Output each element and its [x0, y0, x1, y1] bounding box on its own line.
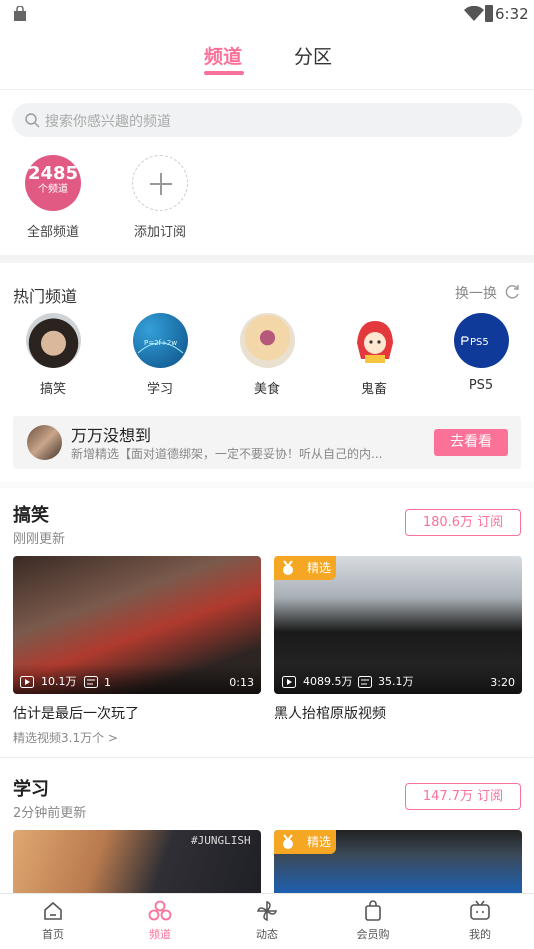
- featured-label: 精选: [307, 561, 332, 575]
- video-title[interactable]: 黑人抬棺原版视频: [274, 703, 386, 723]
- view-count: 4089.5万: [303, 675, 353, 688]
- danmaku-count: 35.1万: [378, 675, 414, 688]
- video-duration: 3:20: [490, 676, 515, 689]
- shopping-bag-status-icon: [14, 6, 26, 21]
- hot-channels-title: 热门频道: [13, 287, 78, 306]
- wifi-icon: [464, 6, 484, 21]
- promo-title: 万万没想到: [71, 426, 152, 445]
- ps5-logo-text: PS5: [470, 337, 489, 348]
- video-duration: 0:13: [229, 676, 254, 689]
- video-thumbnail[interactable]: #JUNGLISH: [13, 830, 261, 893]
- nav-channels[interactable]: 频道: [125, 900, 195, 942]
- channel-count: 2485: [27, 163, 79, 184]
- cake-icon: [239, 313, 295, 368]
- nav-dynamics[interactable]: 动态: [232, 900, 302, 942]
- hot-channel-label: 美食: [253, 382, 280, 397]
- hot-channel-study[interactable]: P=2f+2w 学习: [120, 313, 200, 397]
- nav-label: 动态: [256, 928, 278, 941]
- subscribe-button[interactable]: 180.6万 订阅: [405, 509, 521, 536]
- search-input[interactable]: 搜索你感兴趣的频道: [12, 103, 522, 137]
- medal-icon: [283, 560, 293, 575]
- hot-channel-kichiku[interactable]: 鬼畜: [334, 313, 414, 397]
- divider: [0, 757, 534, 758]
- play-count-icon: [282, 676, 296, 688]
- battery-icon: [485, 5, 493, 22]
- nav-home[interactable]: 首页: [18, 900, 88, 942]
- section-update-time: 刚刚更新: [13, 532, 66, 547]
- nav-label: 我的: [469, 928, 491, 941]
- video-title[interactable]: 估计是最后一次玩了: [13, 703, 139, 723]
- danmaku-icon: [358, 676, 372, 688]
- more-videos-link[interactable]: 精选视频3.1万个 >: [13, 729, 118, 746]
- add-subscription-label: 添加订阅: [133, 225, 186, 240]
- nav-label: 会员购: [356, 928, 390, 941]
- nav-profile[interactable]: 我的: [445, 900, 515, 942]
- video-thumbnail[interactable]: 10.1万 1 0:13: [13, 556, 261, 694]
- search-icon: [25, 113, 40, 128]
- danmaku-icon: [84, 676, 98, 688]
- video-thumbnail[interactable]: 精选: [274, 830, 522, 893]
- hot-channel-label: 学习: [146, 382, 173, 397]
- tab-channels[interactable]: 频道: [204, 42, 242, 69]
- nav-label: 首页: [42, 928, 64, 941]
- refresh-button[interactable]: 换一换: [455, 283, 519, 303]
- bottom-navigation: 首页 频道 动态 会员购 我的: [0, 893, 534, 949]
- section-title[interactable]: 搞笑: [13, 501, 49, 527]
- hot-channel-label: 鬼畜: [360, 382, 387, 397]
- formula-board-icon: P=2f+2w: [132, 313, 188, 368]
- hot-channel-funny[interactable]: 搞笑: [13, 313, 93, 397]
- active-tab-indicator: [204, 71, 244, 75]
- hot-channel-food[interactable]: 美食: [227, 313, 307, 397]
- hot-channel-label: PS5: [468, 378, 494, 393]
- channel-count-unit: 个频道: [38, 184, 68, 195]
- all-channels-button[interactable]: 2485 个频道 全部频道: [13, 155, 93, 240]
- status-time: 6:32: [495, 5, 529, 23]
- plus-icon: [132, 155, 188, 211]
- hot-channel-label: 搞笑: [39, 382, 66, 397]
- view-count: 10.1万: [41, 675, 77, 688]
- thumbnail-text: #JUNGLISH: [191, 834, 251, 847]
- anime-girl-icon: [346, 313, 402, 368]
- pinwheel-icon: [256, 900, 278, 922]
- divider: [0, 89, 534, 90]
- danmaku-count: 1: [104, 676, 111, 689]
- person-avatar-icon: [25, 313, 81, 368]
- featured-badge: 精选: [274, 556, 336, 580]
- all-channels-label: 全部频道: [26, 225, 79, 240]
- promo-banner[interactable]: 万万没想到 新增精选【面对道德绑架，一定不要妥协！听从自己的内... 去看看: [13, 416, 521, 469]
- section-title[interactable]: 学习: [13, 775, 49, 801]
- promo-description: 新增精选【面对道德绑架，一定不要妥协！听从自己的内...: [71, 447, 383, 461]
- channel-count-badge: 2485 个频道: [25, 155, 81, 211]
- search-placeholder: 搜索你感兴趣的频道: [45, 114, 171, 130]
- refresh-icon: [505, 285, 519, 299]
- nav-member-shop[interactable]: 会员购: [338, 900, 408, 942]
- nav-label: 频道: [149, 928, 171, 941]
- section-update-time: 2分钟前更新: [13, 806, 87, 821]
- refresh-label: 换一换: [455, 286, 497, 302]
- hot-channel-ps5[interactable]: PS5 PS5: [441, 313, 521, 393]
- status-bar: 6:32: [0, 0, 534, 30]
- channel-icon: [148, 900, 172, 921]
- top-tabs: 频道 分区: [0, 38, 534, 88]
- medal-icon: [283, 834, 293, 849]
- ps5-logo-icon: PS5: [453, 313, 509, 368]
- video-thumbnail[interactable]: 精选 4089.5万 35.1万 3:20: [274, 556, 522, 694]
- featured-badge: 精选: [274, 830, 336, 854]
- section-gap: [0, 482, 534, 488]
- featured-label: 精选: [307, 835, 332, 849]
- promo-avatar: [27, 425, 62, 460]
- tab-categories[interactable]: 分区: [294, 42, 332, 69]
- tv-icon: [470, 900, 490, 920]
- play-count-icon: [20, 676, 34, 688]
- home-icon: [44, 901, 62, 920]
- subscribe-button[interactable]: 147.7万 订阅: [405, 783, 521, 810]
- promo-go-button[interactable]: 去看看: [434, 429, 508, 456]
- add-subscription-button[interactable]: 添加订阅: [120, 155, 200, 240]
- shopping-bag-icon: [365, 900, 381, 921]
- section-gap: [0, 255, 534, 263]
